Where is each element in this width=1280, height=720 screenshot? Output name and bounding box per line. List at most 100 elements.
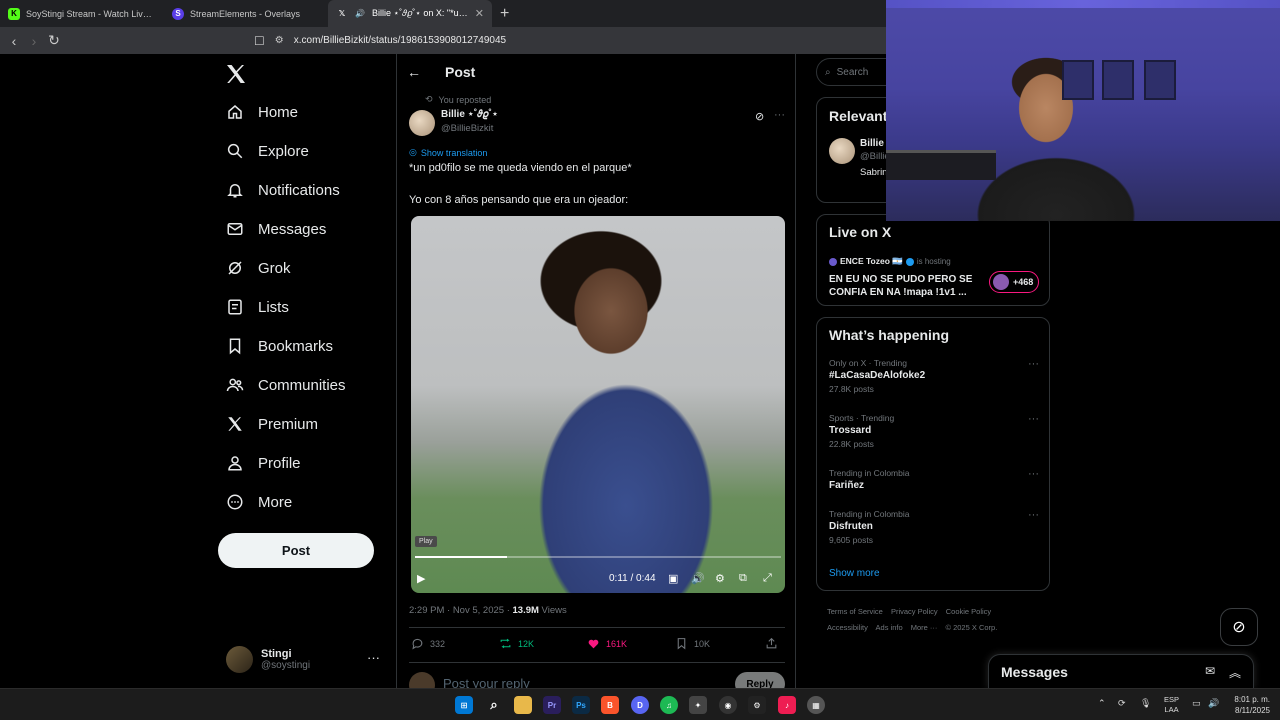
nav-explore[interactable]: Explore — [226, 139, 309, 163]
site-info-icon[interactable]: ⚙ — [275, 35, 284, 46]
nav-notifications[interactable]: Notifications — [226, 178, 340, 202]
fullscreen-icon[interactable]: ⤢ — [763, 572, 772, 585]
windows-start-icon[interactable]: ⊞ — [455, 696, 473, 714]
more-icon[interactable]: ··· — [1028, 509, 1039, 521]
file-explorer-icon[interactable] — [514, 696, 532, 714]
show-translation-link[interactable]: ◎ Show translation — [409, 147, 487, 158]
footer-link[interactable]: Ads info — [876, 623, 903, 632]
video-player[interactable]: Play ▶ 0:11 / 0:44 ▣ 🔊 ⚙ ⧉ ⤢ — [411, 216, 785, 593]
browser-tab-x[interactable]: 𝕏 🔊 Billie ⋆˚𝜗𝜚˚⋆ on X: "*un pd0filo ✕ — [328, 0, 492, 27]
url-field[interactable]: ☐ ⚙ x.com/BillieBizkit/status/1986153908… — [254, 30, 506, 51]
reply-button[interactable]: Reply — [735, 672, 785, 688]
more-icon[interactable]: ··· — [1028, 358, 1039, 370]
repost-icon — [500, 638, 511, 649]
post-text: Yo con 8 años pensando que era un ojeado… — [409, 194, 629, 206]
back-icon[interactable]: ‹ — [4, 33, 24, 49]
more-icon[interactable]: ··· — [367, 650, 380, 665]
chevron-up-icon[interactable]: ⌃ — [1098, 698, 1106, 708]
nav-label: Premium — [258, 415, 319, 433]
spotify-icon[interactable]: ♫ — [660, 696, 678, 714]
close-tab-icon[interactable]: ✕ — [475, 7, 484, 20]
monitor-icon[interactable]: ▭ — [1192, 698, 1201, 708]
nav-home[interactable]: Home — [226, 100, 298, 124]
new-message-icon[interactable]: ✉ — [1205, 664, 1215, 678]
nav-more[interactable]: More — [226, 490, 292, 514]
trend-item[interactable]: Sports · Trending Trossard 22.8K posts ·… — [829, 413, 1039, 449]
trend-item[interactable]: Trending in Colombia Disfruten 9,605 pos… — [829, 509, 1039, 545]
brave-icon[interactable]: B — [601, 696, 619, 714]
tiktok-icon[interactable]: ♪ — [778, 696, 796, 714]
volume-icon[interactable]: 🔊 — [691, 572, 705, 585]
reply-input[interactable]: Post your reply — [443, 676, 530, 688]
play-icon[interactable]: ▶ — [417, 572, 425, 585]
settings-icon[interactable]: ⚙ — [748, 696, 766, 714]
show-more-link[interactable]: Show more — [829, 568, 880, 579]
share-action[interactable] — [765, 637, 778, 650]
picture-in-picture-icon[interactable]: ⧉ — [739, 572, 747, 585]
settings-icon[interactable]: ⚙ — [715, 572, 725, 585]
browser-tab-streamelements[interactable]: S StreamElements - Overlays — [164, 0, 328, 27]
account-switcher[interactable]: Stingi @soystingi ··· — [226, 642, 386, 676]
trend-item[interactable]: Only on X · Trending #LaCasaDeAlofoke2 2… — [829, 358, 1039, 394]
nav-grok[interactable]: Grok — [226, 256, 291, 280]
more-icon[interactable]: ··· — [774, 109, 785, 121]
author-name[interactable]: Billie ⋆˚𝜗𝜚˚⋆ — [441, 109, 498, 120]
trend-count: 27.8K posts — [829, 384, 874, 394]
microphone-icon[interactable]: 🎙 — [1140, 698, 1151, 708]
nav-lists[interactable]: Lists — [226, 295, 289, 319]
trend-item[interactable]: Trending in Colombia Fariñez ··· — [829, 468, 1039, 491]
discord-icon[interactable]: D — [631, 696, 649, 714]
messages-drawer[interactable]: Messages ✉ ︽ — [988, 654, 1254, 688]
like-action[interactable]: 161K — [587, 637, 627, 650]
live-on-x-card[interactable]: Live on X ENCE Tozeo 🇦🇷 is hosting EN EU… — [816, 214, 1050, 306]
nav-messages[interactable]: Messages — [226, 217, 326, 241]
video-progress-bar[interactable] — [415, 556, 781, 558]
grok-icon[interactable]: ⊘ — [755, 110, 764, 123]
x-logo-icon[interactable] — [224, 62, 248, 86]
footer-link[interactable]: Terms of Service — [827, 607, 883, 616]
photoshop-icon[interactable]: Ps — [572, 696, 590, 714]
language-indicator[interactable]: ESP LAA — [1164, 695, 1179, 715]
volume-icon[interactable]: 🔊 — [1208, 698, 1219, 708]
author-handle[interactable]: @BillieBizkit — [441, 123, 493, 134]
footer-link[interactable]: Accessibility — [827, 623, 868, 632]
x-icon — [228, 417, 242, 431]
chevron-up-icon[interactable]: ︽ — [1229, 664, 1241, 681]
nav-premium[interactable]: Premium — [226, 412, 318, 436]
repost-action[interactable]: 12K — [499, 637, 534, 650]
post-timestamp[interactable]: 2:29 PM · Nov 5, 2025 · — [409, 605, 513, 616]
app-icon[interactable]: ✦ — [689, 696, 707, 714]
footer-link[interactable]: More ··· — [911, 623, 938, 632]
relevant-name[interactable]: Billie — [860, 138, 884, 149]
app-icon[interactable]: ▦ — [807, 696, 825, 714]
browser-tab-kick[interactable]: K SoyStingi Stream - Watch Live on Kick — [0, 0, 164, 27]
more-icon[interactable]: ··· — [1028, 413, 1039, 425]
wall-frame — [1144, 60, 1176, 100]
sync-icon[interactable]: ⟳ — [1118, 698, 1126, 708]
back-arrow-icon[interactable]: ← — [407, 64, 421, 80]
grok-floating-button[interactable]: ⊘ — [1220, 608, 1258, 646]
post-button[interactable]: Post — [218, 533, 374, 568]
obs-icon[interactable]: ◉ — [719, 696, 737, 714]
card-title: Live on X — [829, 224, 892, 240]
reply-action[interactable]: 332 — [411, 637, 445, 650]
avatar[interactable] — [829, 138, 855, 164]
footer-link[interactable]: Cookie Policy — [946, 607, 991, 616]
more-icon[interactable]: ··· — [1028, 468, 1039, 480]
repost-count: 12K — [518, 638, 535, 649]
author-avatar[interactable] — [409, 110, 435, 136]
reload-icon[interactable]: ↻ — [44, 32, 64, 49]
divider — [409, 662, 785, 663]
new-tab-button[interactable]: + — [492, 0, 517, 27]
forward-icon[interactable]: › — [24, 33, 44, 49]
premiere-icon[interactable]: Pr — [543, 696, 561, 714]
bookmark-action[interactable]: 10K — [675, 637, 710, 650]
bookmark-page-icon[interactable]: ☐ — [254, 34, 265, 48]
nav-bookmarks[interactable]: Bookmarks — [226, 334, 333, 358]
footer-link[interactable]: Privacy Policy — [891, 607, 938, 616]
captions-icon[interactable]: ▣ — [668, 572, 678, 585]
search-icon[interactable]: ⌕ — [485, 696, 503, 714]
nav-profile[interactable]: Profile — [226, 451, 301, 475]
system-clock[interactable]: 8:01 p. m. 8/11/2025 — [1222, 694, 1270, 716]
nav-communities[interactable]: Communities — [226, 373, 346, 397]
